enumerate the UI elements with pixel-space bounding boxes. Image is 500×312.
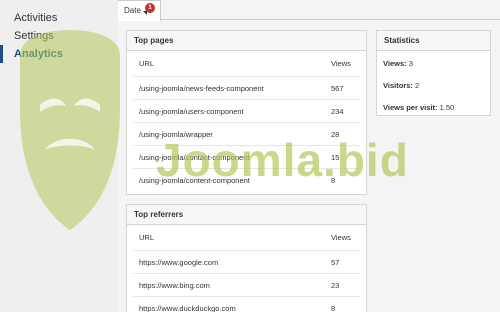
table-row: /using-joomla/wrapper 28 bbox=[133, 123, 360, 146]
page-views: 28 bbox=[331, 130, 340, 139]
table-row: https://www.bing.com 23 bbox=[133, 274, 360, 297]
page-views: 234 bbox=[331, 107, 344, 116]
tab-date-label: Date bbox=[124, 6, 141, 15]
stat-views-label: Views: bbox=[383, 59, 407, 68]
stat-visitors-value: 2 bbox=[414, 81, 420, 90]
referrer-url: https://www.bing.com bbox=[139, 281, 210, 290]
table-header-row: URL Views bbox=[133, 51, 360, 77]
table-row: https://www.google.com 57 bbox=[133, 251, 360, 274]
stat-vpv-value: 1.50 bbox=[439, 103, 455, 112]
table-row: /using-joomla/news-feeds-component 567 bbox=[133, 77, 360, 100]
table-header-row: URL Views bbox=[133, 225, 360, 251]
stat-views-value: 3 bbox=[408, 59, 413, 68]
sidebar-item-analytics[interactable]: Analytics bbox=[0, 45, 118, 63]
stat-views: Views: 3 bbox=[377, 53, 490, 75]
statistics-title: Statistics bbox=[377, 31, 490, 51]
stat-visitors-label: Visitors: bbox=[383, 81, 413, 90]
referrer-views: 8 bbox=[331, 304, 336, 312]
statistics-panel: Statistics Views: 3 Visitors: 2 Views pe… bbox=[376, 30, 491, 116]
main-content: Date 1 Top pages URL Views /using-joomla… bbox=[118, 0, 500, 312]
top-referrers-table: URL Views https://www.google.com 57 http… bbox=[127, 225, 366, 312]
notification-badge: 1 bbox=[145, 3, 155, 13]
top-pages-title: Top pages bbox=[127, 31, 366, 51]
page-url: /using-joomla/users-component bbox=[139, 107, 244, 116]
page-url: /using-joomla/contact-component bbox=[139, 153, 250, 162]
top-pages-panel: Top pages URL Views /using-joomla/news-f… bbox=[126, 30, 367, 195]
table-row: /using-joomla/content-component 8 bbox=[133, 169, 360, 192]
page-views: 567 bbox=[331, 84, 344, 93]
referrer-views: 57 bbox=[331, 258, 340, 267]
page-views: 8 bbox=[331, 176, 336, 185]
table-row: /using-joomla/contact-component 15 bbox=[133, 146, 360, 169]
table-row: /using-joomla/users-component 234 bbox=[133, 100, 360, 123]
tab-bar: Date 1 bbox=[118, 0, 500, 21]
stat-vpv-label: Views per visit: bbox=[383, 103, 438, 112]
tab-date[interactable]: Date 1 bbox=[118, 0, 161, 21]
stat-visitors: Visitors: 2 bbox=[377, 75, 490, 97]
stat-views-per-visit: Views per visit: 1.50 bbox=[377, 97, 490, 119]
page-url: /using-joomla/news-feeds-component bbox=[139, 84, 264, 93]
column-header-url: URL bbox=[139, 233, 155, 242]
sidebar-item-activities[interactable]: Activities bbox=[0, 9, 118, 27]
column-header-views: Views bbox=[331, 233, 351, 242]
referrer-views: 23 bbox=[331, 281, 340, 290]
referrer-url: https://www.google.com bbox=[139, 258, 219, 267]
top-pages-table: URL Views /using-joomla/news-feeds-compo… bbox=[127, 51, 366, 192]
page-url: /using-joomla/content-component bbox=[139, 176, 250, 185]
page-url: /using-joomla/wrapper bbox=[139, 130, 213, 139]
page-views: 15 bbox=[331, 153, 340, 162]
referrer-url: https://www.duckduckgo.com bbox=[139, 304, 236, 312]
top-referrers-title: Top referrers bbox=[127, 205, 366, 225]
top-referrers-panel: Top referrers URL Views https://www.goog… bbox=[126, 204, 367, 312]
column-header-views: Views bbox=[331, 59, 351, 68]
statistics-body: Views: 3 Visitors: 2 Views per visit: 1.… bbox=[377, 51, 490, 119]
sidebar-nav: Activities Settings Analytics bbox=[0, 9, 118, 63]
column-header-url: URL bbox=[139, 59, 155, 68]
table-row: https://www.duckduckgo.com 8 bbox=[133, 297, 360, 312]
sidebar-item-settings[interactable]: Settings bbox=[0, 27, 118, 45]
sidebar: Activities Settings Analytics bbox=[0, 0, 118, 312]
